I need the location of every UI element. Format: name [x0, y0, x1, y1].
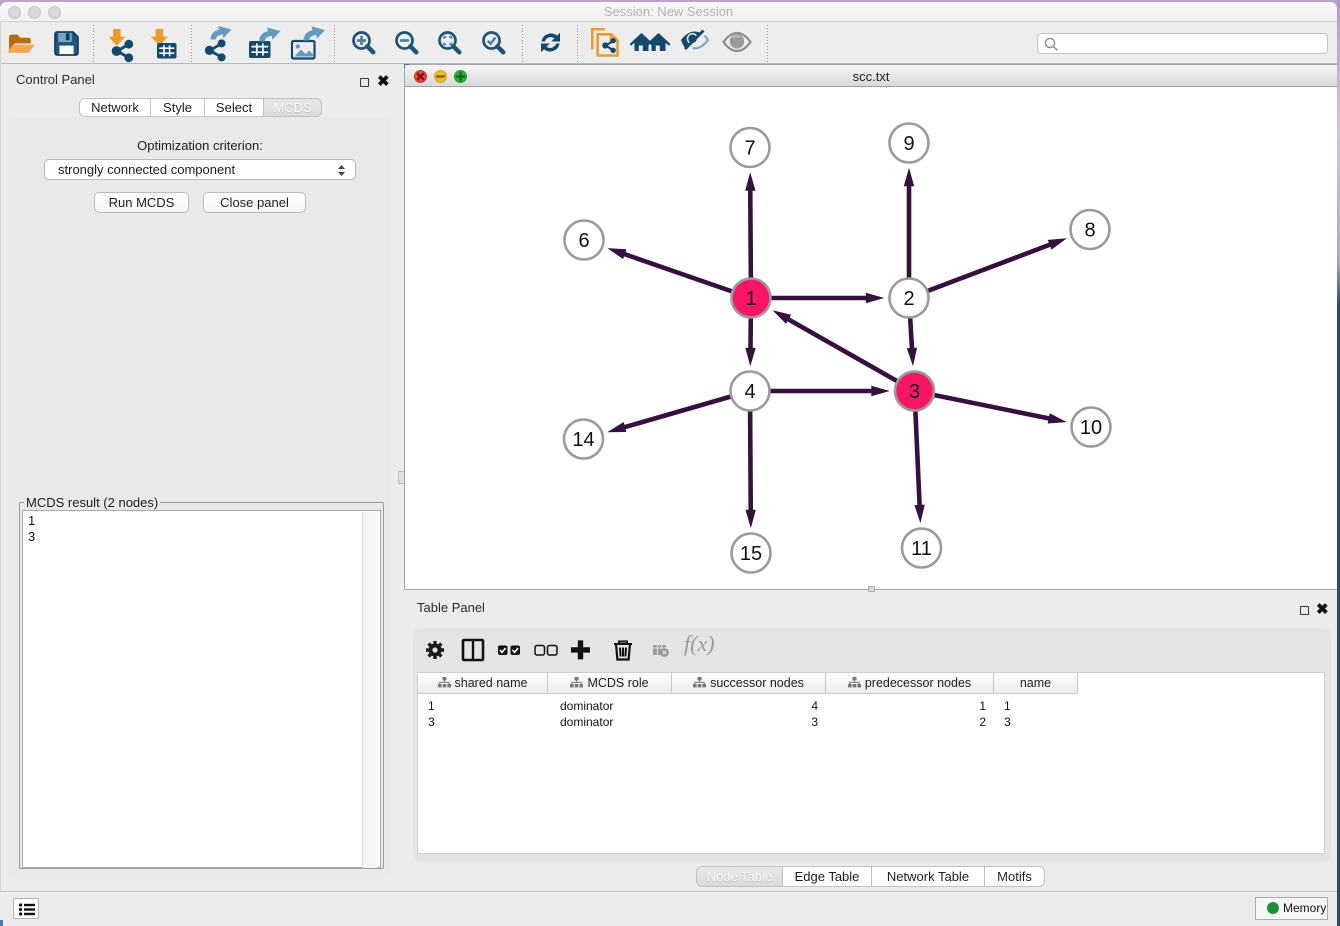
svg-text:14: 14	[572, 429, 594, 451]
svg-text:2: 2	[903, 288, 914, 310]
svg-text:3: 3	[909, 381, 920, 403]
svg-text:7: 7	[744, 138, 755, 160]
svg-text:11: 11	[911, 538, 932, 560]
svg-text:15: 15	[740, 543, 762, 565]
svg-text:10: 10	[1080, 417, 1102, 439]
svg-text:4: 4	[744, 381, 755, 403]
svg-text:6: 6	[578, 230, 589, 252]
svg-text:8: 8	[1084, 220, 1095, 242]
svg-text:1: 1	[745, 288, 756, 310]
svg-text:9: 9	[903, 133, 914, 155]
